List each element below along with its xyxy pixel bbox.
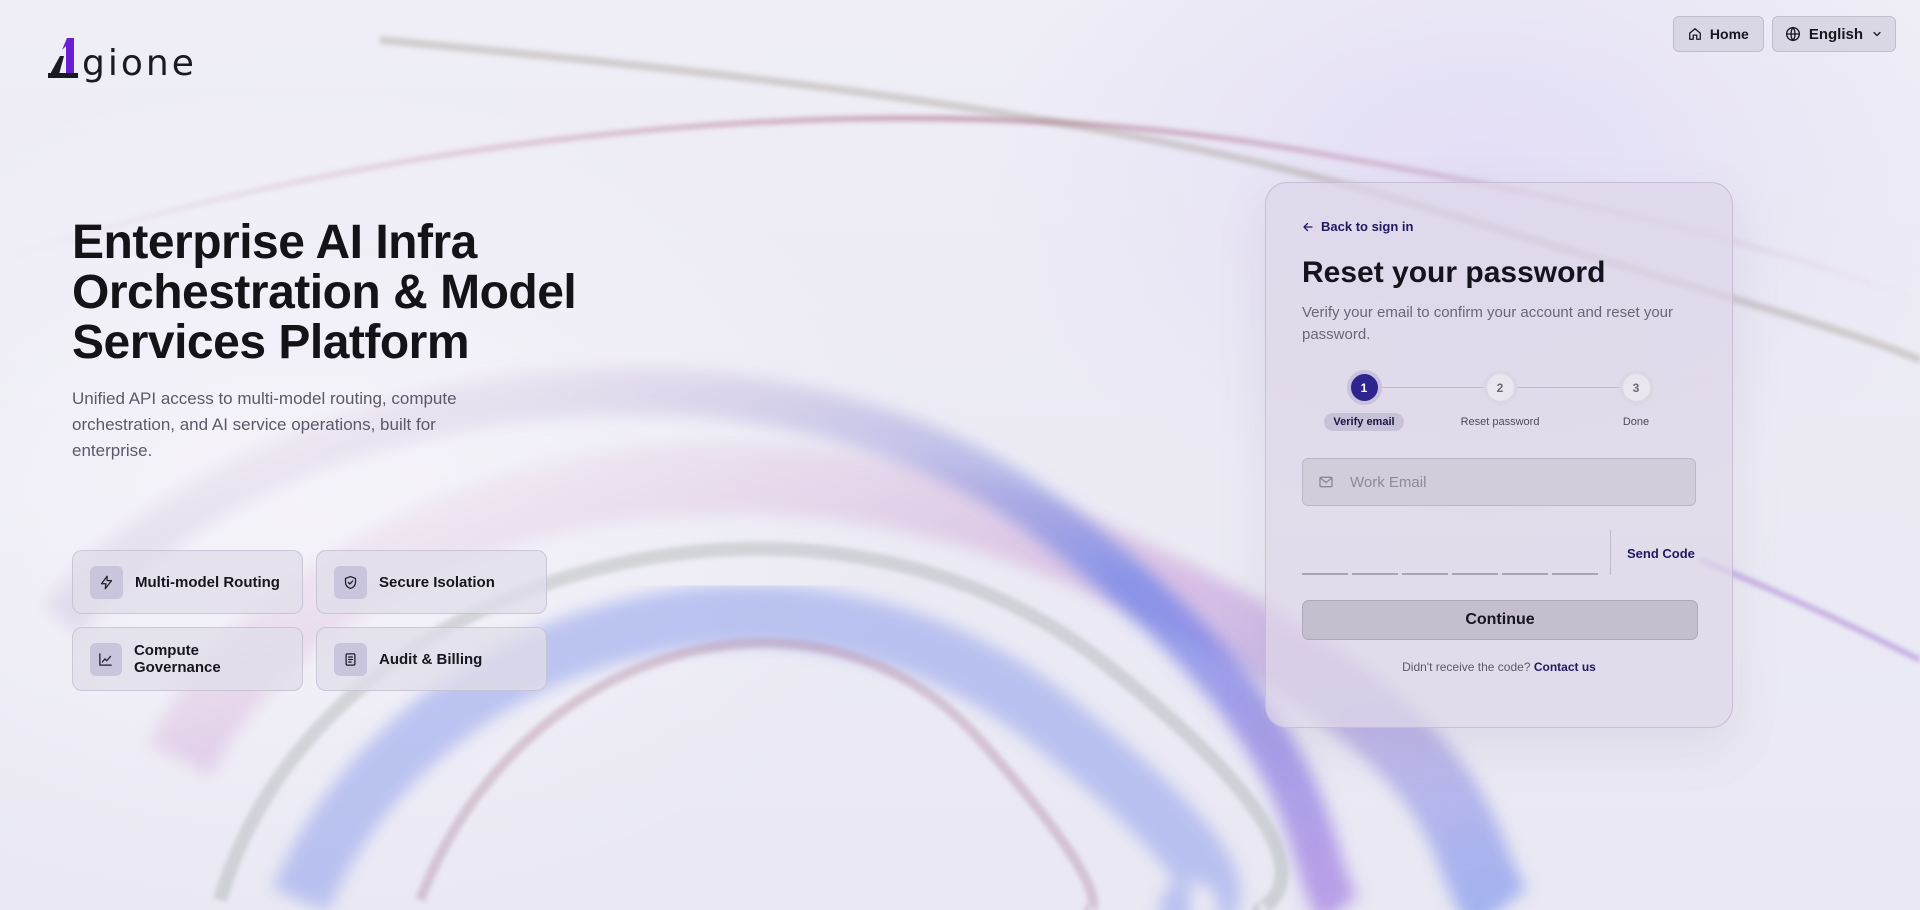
work-email-field[interactable] (1302, 458, 1696, 506)
work-email-input[interactable] (1350, 473, 1680, 491)
code-digit-input[interactable] (1502, 531, 1548, 575)
card-description: Verify your email to confirm your accoun… (1302, 304, 1674, 343)
top-actions: Home English (1672, 16, 1896, 52)
step-label: Done (1622, 416, 1650, 428)
home-icon (1689, 28, 1701, 40)
document-icon (334, 642, 367, 676)
code-inputs (1302, 531, 1598, 575)
feature-label: Compute Governance (133, 642, 221, 676)
help-text: Didn't receive the code? (1402, 660, 1531, 674)
code-digit-input[interactable] (1402, 531, 1448, 575)
feature-label: Secure Isolation (379, 573, 495, 591)
step-number: 1 (1346, 370, 1382, 405)
send-code-button[interactable]: Send Code (1627, 544, 1695, 561)
code-digit-input[interactable] (1302, 531, 1348, 575)
card-title: Reset your password (1302, 256, 1606, 289)
language-selector[interactable]: English (1771, 16, 1896, 52)
step-verify-email: 1 Verify email (1304, 370, 1424, 431)
verification-code-row: Send Code (1302, 530, 1696, 575)
step-reset-password: 2 Reset password (1440, 370, 1560, 431)
feature-card-secure-isolation: Secure Isolation (316, 550, 547, 614)
feature-card-compute-governance: Compute Governance (72, 627, 303, 691)
lightning-icon (90, 565, 123, 599)
hero-subtitle: Unified API access to multi-model routin… (72, 389, 457, 460)
language-label: English (1808, 25, 1863, 43)
step-number: 2 (1482, 370, 1518, 405)
logo-mark-icon (48, 38, 78, 78)
help-row: Didn't receive the code? Contact us (1302, 660, 1696, 674)
chart-icon (90, 642, 122, 676)
mail-icon (1319, 476, 1333, 488)
brand-logo[interactable]: gione (46, 38, 197, 82)
reset-password-card: Back to sign in Reset your password Veri… (1265, 182, 1733, 728)
continue-button[interactable]: Continue (1302, 600, 1698, 640)
arrow-left-icon (1303, 222, 1313, 231)
feature-label: Multi-model Routing (135, 573, 280, 591)
back-to-sign-in-link[interactable]: Back to sign in (1302, 219, 1696, 234)
code-digit-input[interactable] (1352, 531, 1398, 575)
progress-stepper: 1 Verify email 2 Reset password 3 Done (1302, 370, 1696, 440)
feature-label: Audit & Billing (379, 650, 483, 668)
step-label: Reset password (1460, 416, 1540, 428)
feature-card-multi-model-routing: Multi-model Routing (72, 550, 303, 614)
chevron-down-icon (1873, 31, 1881, 37)
hero-section: Enterprise AI Infra Orchestration & Mode… (72, 218, 592, 464)
contact-us-link[interactable]: Contact us (1534, 660, 1596, 674)
logo-wordmark: gione (82, 43, 197, 84)
code-digit-input[interactable] (1452, 531, 1498, 575)
shield-icon (334, 565, 367, 599)
home-label: Home (1709, 26, 1749, 42)
feature-grid: Multi-model Routing Secure Isolation Com… (72, 550, 547, 691)
home-button[interactable]: Home (1672, 16, 1764, 52)
divider (1610, 530, 1611, 575)
back-label: Back to sign in (1321, 219, 1414, 234)
step-label: Verify email (1324, 413, 1404, 431)
globe-icon (1785, 26, 1800, 42)
step-number: 3 (1618, 370, 1654, 405)
code-digit-input[interactable] (1552, 531, 1598, 575)
step-done: 3 Done (1576, 370, 1696, 431)
feature-card-audit-billing: Audit & Billing (316, 627, 547, 691)
hero-title: Enterprise AI Infra Orchestration & Mode… (72, 216, 577, 369)
